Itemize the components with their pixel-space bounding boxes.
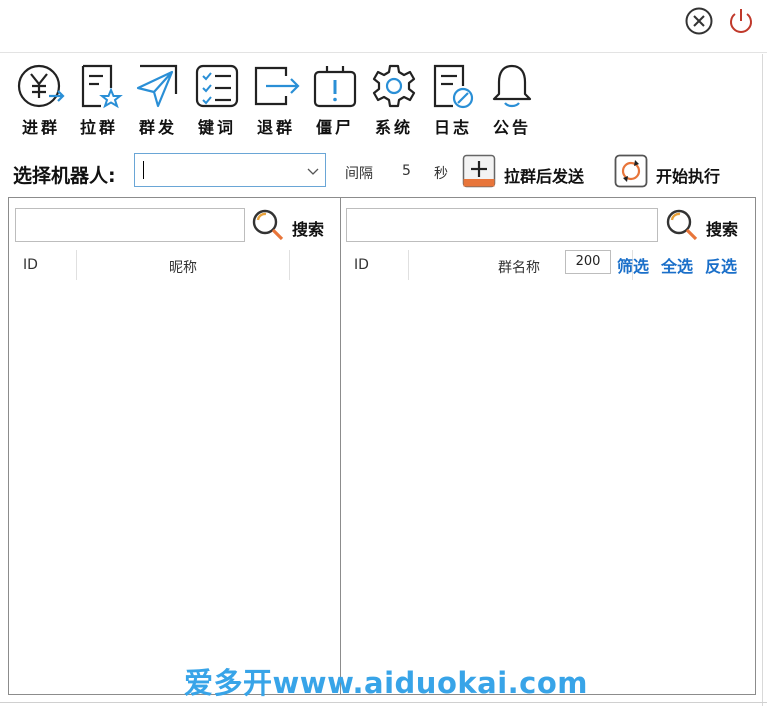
pull-then-send-button[interactable]: 拉群后发送 <box>462 154 602 188</box>
search-icon <box>252 209 284 241</box>
select-all-link[interactable]: 全选 <box>661 253 693 277</box>
toolbar-item-announcement[interactable]: 公告 <box>485 60 539 138</box>
close-circle-icon <box>685 7 713 35</box>
member-column-id[interactable]: ID <box>23 257 38 273</box>
bell-icon <box>492 64 532 108</box>
toolbar-item-label: 拉群 <box>79 118 118 137</box>
interval-unit: 秒 <box>434 166 448 182</box>
filter-link[interactable]: 筛选 <box>617 253 649 277</box>
bottom-divider <box>0 702 767 703</box>
search-icon <box>666 209 698 241</box>
toolbar-item-label: 僵尸 <box>315 118 354 137</box>
start-label: 开始执行 <box>656 167 721 186</box>
member-search-input[interactable] <box>15 208 245 242</box>
member-search-button[interactable]: 搜索 <box>251 208 335 242</box>
column-divider <box>408 250 409 280</box>
toolbar-item-label: 群发 <box>138 118 177 137</box>
robot-select[interactable] <box>134 153 326 187</box>
power-button[interactable] <box>726 6 756 36</box>
top-divider <box>0 52 767 53</box>
group-panel: 搜索 ID 群名称 200 筛选 全选 反选 <box>340 197 756 695</box>
column-divider <box>289 250 290 280</box>
member-column-nickname[interactable]: 昵称 <box>169 257 197 277</box>
close-button[interactable] <box>684 6 714 36</box>
toolbar-item-keywords[interactable]: 键词 <box>190 60 244 138</box>
member-panel: 搜索 ID 昵称 <box>8 197 341 695</box>
robot-select-label: 选择机器人: <box>13 165 116 187</box>
toolbar-item-join-group[interactable]: 进群 <box>14 60 68 138</box>
invert-selection-link[interactable]: 反选 <box>705 253 737 277</box>
group-search-button[interactable]: 搜索 <box>665 208 749 242</box>
group-column-name[interactable]: 群名称 <box>498 257 540 277</box>
document-star-icon <box>81 64 123 109</box>
battery-warning-icon <box>313 66 357 108</box>
toolbar-item-label: 系统 <box>374 118 413 137</box>
refresh-icon <box>614 154 648 188</box>
toolbar-item-label: 进群 <box>21 118 60 137</box>
plus-box-icon <box>462 154 496 188</box>
toolbar-item-label: 退群 <box>256 118 295 137</box>
toolbar-item-label: 公告 <box>492 118 531 137</box>
pull-then-send-label: 拉群后发送 <box>504 167 585 186</box>
chevron-down-icon[interactable] <box>307 165 319 177</box>
toolbar-item-label: 键词 <box>197 118 236 137</box>
toolbar-item-mass-send[interactable]: 群发 <box>131 60 185 138</box>
gear-icon <box>372 64 416 108</box>
toolbar-item-log[interactable]: 日志 <box>426 60 480 138</box>
column-divider <box>76 250 77 280</box>
toolbar-item-pull-group[interactable]: 拉群 <box>72 60 126 138</box>
interval-label: 间隔 <box>345 166 373 182</box>
toolbar-item-zombie[interactable]: 僵尸 <box>308 60 362 138</box>
count-input[interactable]: 200 <box>565 250 611 274</box>
title-bar <box>0 0 767 48</box>
exit-arrow-icon <box>254 66 300 106</box>
robot-bar: 选择机器人: 间隔 5 秒 拉群后发送 开始执行 <box>0 150 767 194</box>
paper-plane-icon <box>136 64 178 108</box>
member-search-label: 搜索 <box>292 220 325 239</box>
watermark: 爱多开www.aiduokai.com <box>184 666 589 700</box>
group-search-input[interactable] <box>346 208 658 242</box>
checklist-icon <box>195 64 239 108</box>
toolbar-item-label: 日志 <box>433 118 472 137</box>
interval-value[interactable]: 5 <box>402 163 411 179</box>
yen-enter-icon <box>17 64 65 108</box>
group-search-label: 搜索 <box>706 220 739 239</box>
toolbar-item-system[interactable]: 系统 <box>367 60 421 138</box>
power-icon <box>730 9 752 33</box>
start-button[interactable]: 开始执行 <box>614 154 734 188</box>
text-cursor <box>143 161 144 179</box>
toolbar-item-exit-group[interactable]: 退群 <box>249 60 303 138</box>
group-column-id[interactable]: ID <box>354 257 369 273</box>
log-edit-icon <box>433 64 474 109</box>
